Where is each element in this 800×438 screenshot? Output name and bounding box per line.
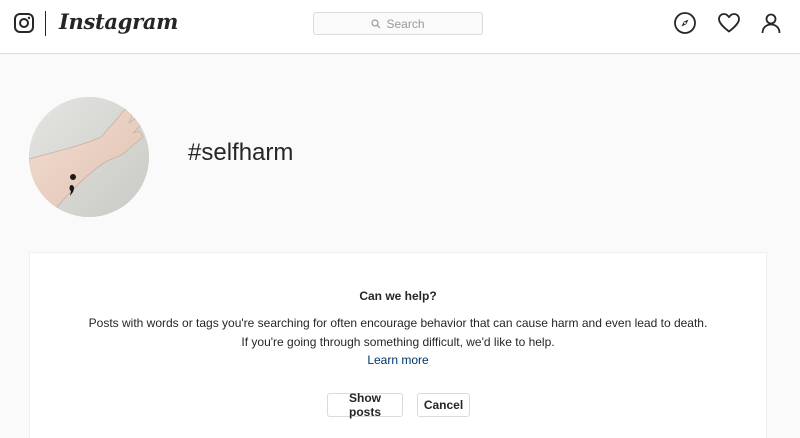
show-posts-button[interactable]: Show posts — [327, 391, 403, 419]
hashtag-avatar — [29, 97, 149, 217]
search-placeholder: Search — [386, 16, 425, 31]
instagram-wordmark[interactable]: Instagram — [59, 9, 178, 34]
instagram-camera-icon[interactable] — [14, 13, 34, 33]
help-message-line-2: If you're going through something diffic… — [241, 335, 555, 349]
profile-icon[interactable] — [759, 11, 783, 35]
hashtag-title: #selfharm — [188, 139, 294, 166]
help-card: Can we help? Posts with words or tags yo… — [29, 252, 767, 438]
learn-more-link[interactable]: Learn more — [30, 353, 766, 367]
help-title: Can we help? — [359, 289, 437, 303]
search-icon — [371, 18, 381, 28]
search-input[interactable]: Search — [313, 12, 483, 35]
logo-divider — [45, 11, 46, 36]
wrist-semicolon-photo — [29, 97, 149, 217]
compass-icon[interactable] — [673, 11, 697, 35]
top-nav-bar: Instagram Search — [0, 0, 800, 54]
cancel-button[interactable]: Cancel — [417, 393, 470, 417]
help-message-line-1: Posts with words or tags you're searchin… — [88, 316, 708, 330]
heart-icon[interactable] — [717, 11, 741, 35]
